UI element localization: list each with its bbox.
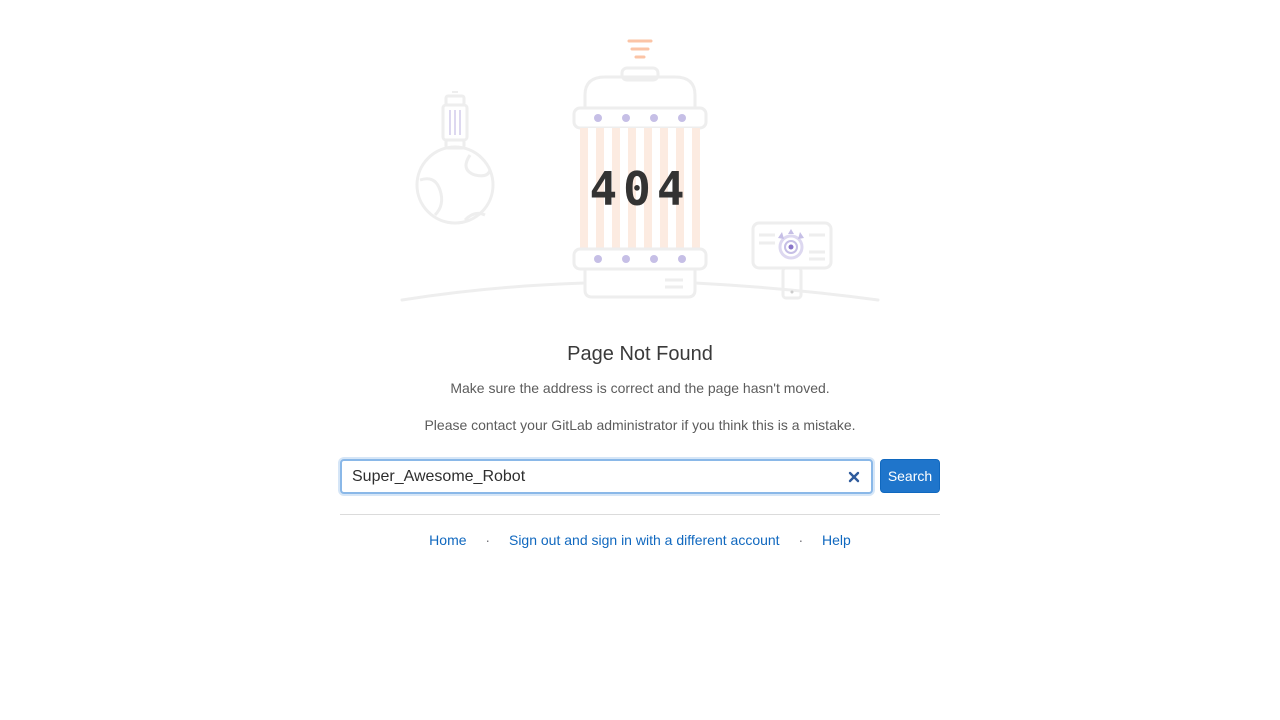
separator: · (798, 532, 804, 548)
404-illustration-svg: 404 (400, 39, 880, 302)
divider (340, 514, 940, 515)
page-title: Page Not Found (567, 343, 713, 365)
close-icon[interactable] (845, 468, 863, 486)
separator: · (485, 532, 491, 548)
search-form: Search (340, 459, 940, 494)
sign-out-link[interactable]: Sign out and sign in with a different ac… (509, 532, 780, 548)
description-contact-admin: Please contact your GitLab administrator… (424, 417, 856, 433)
search-button[interactable]: Search (880, 459, 940, 493)
search-input[interactable] (352, 461, 822, 492)
home-link[interactable]: Home (429, 532, 466, 548)
404-illustration: 404 (390, 30, 890, 315)
404-code-text: 404 (589, 162, 690, 216)
description-address: Make sure the address is correct and the… (450, 380, 830, 396)
footer-links: Home · Sign out and sign in with a diffe… (0, 532, 1280, 548)
page: 404 Page Not Found Make sure the address… (0, 0, 1280, 720)
help-link[interactable]: Help (822, 532, 851, 548)
search-box (340, 459, 873, 494)
planet-icon (415, 91, 495, 225)
ground-line-left (400, 281, 587, 302)
